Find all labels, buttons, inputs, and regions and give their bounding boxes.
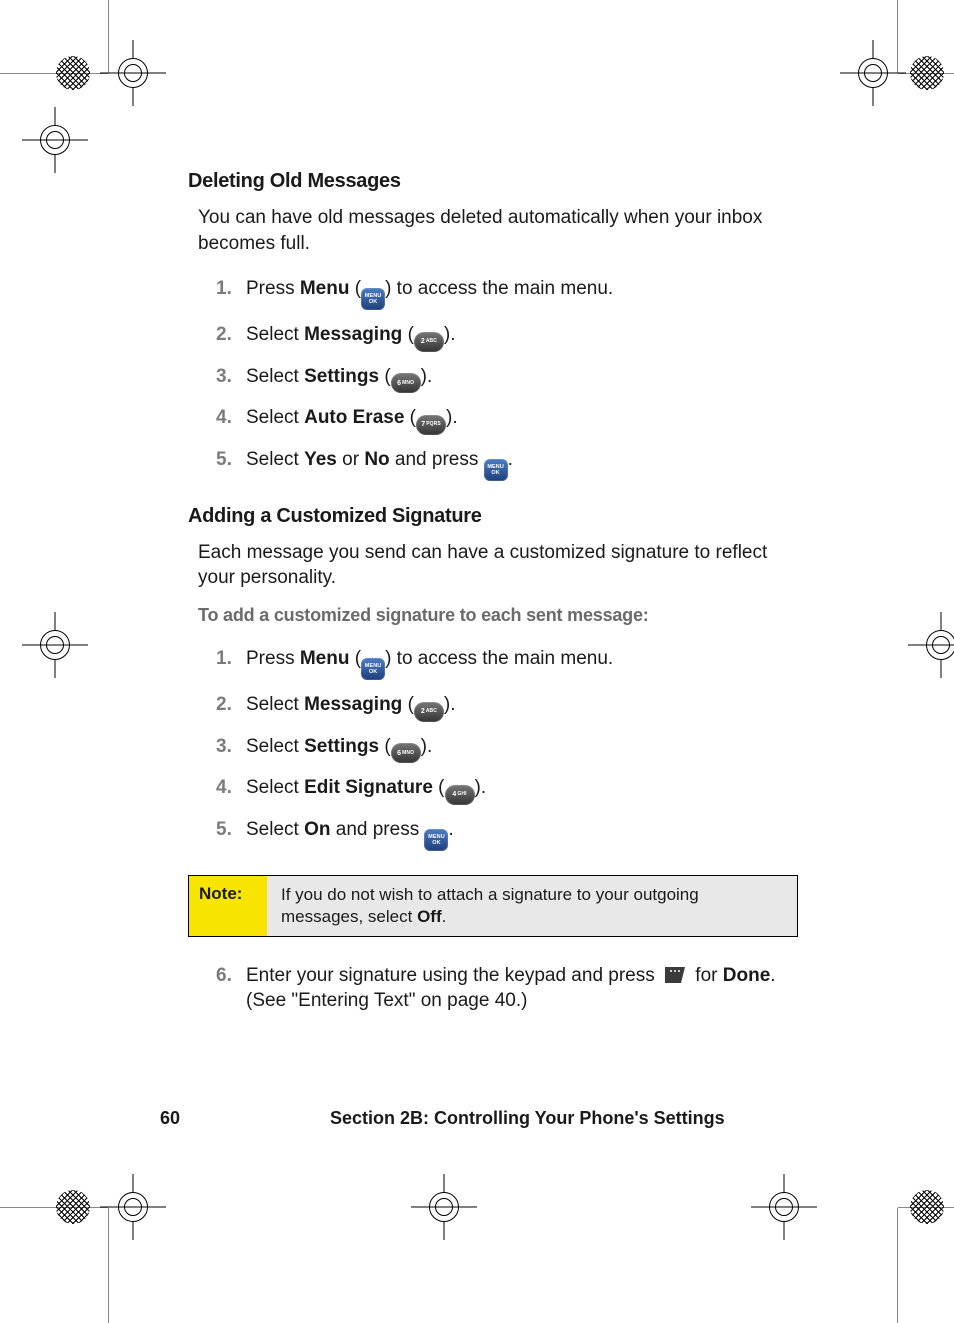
step: 5. Select On and press MENUOK. bbox=[216, 811, 798, 857]
keypad-2-icon bbox=[414, 332, 444, 352]
hatch-mark-icon bbox=[56, 1190, 90, 1224]
step-number: 5. bbox=[216, 447, 246, 481]
hatch-mark-icon bbox=[910, 56, 944, 90]
step: 1. Press Menu (MENUOK) to access the mai… bbox=[216, 640, 798, 686]
note-body: If you do not wish to attach a signature… bbox=[267, 876, 797, 936]
step-body: Press Menu (MENUOK) to access the main m… bbox=[246, 276, 798, 310]
step-body: Select Yes or No and press MENUOK. bbox=[246, 447, 798, 481]
steps-signature-part2: 6. Enter your signature using the keypad… bbox=[216, 957, 798, 1020]
steps-deleting: 1. Press Menu (MENUOK) to access the mai… bbox=[216, 270, 798, 487]
step-number: 4. bbox=[216, 775, 246, 805]
menu-ok-key-icon: MENUOK bbox=[484, 459, 508, 481]
step-number: 3. bbox=[216, 734, 246, 764]
keypad-2-icon bbox=[414, 702, 444, 722]
hatch-mark-icon bbox=[910, 1190, 944, 1224]
step-number: 5. bbox=[216, 817, 246, 851]
crop-line bbox=[0, 1207, 108, 1208]
crop-line bbox=[898, 73, 954, 74]
keypad-4-icon bbox=[445, 785, 475, 805]
steps-signature-part1: 1. Press Menu (MENUOK) to access the mai… bbox=[216, 640, 798, 857]
registration-mark-icon bbox=[118, 58, 148, 88]
menu-ok-key-icon: MENUOK bbox=[361, 658, 385, 680]
keypad-7-icon bbox=[416, 415, 446, 435]
registration-mark-icon bbox=[926, 630, 954, 660]
step: 5. Select Yes or No and press MENUOK. bbox=[216, 441, 798, 487]
registration-mark-icon bbox=[858, 58, 888, 88]
note-label: Note: bbox=[189, 876, 267, 936]
crop-line bbox=[108, 1208, 109, 1323]
step-body: Press Menu (MENUOK) to access the main m… bbox=[246, 646, 798, 680]
step: 4. Select Auto Erase (). bbox=[216, 399, 798, 441]
crop-line bbox=[898, 1207, 954, 1208]
registration-mark-icon bbox=[40, 125, 70, 155]
menu-ok-key-icon: MENUOK bbox=[361, 288, 385, 310]
page-content: Deleting Old Messages You can have old m… bbox=[188, 170, 798, 1038]
step: 3. Select Settings (). bbox=[216, 728, 798, 770]
step-number: 1. bbox=[216, 276, 246, 310]
crop-line bbox=[897, 0, 898, 73]
menu-ok-key-icon: MENUOK bbox=[424, 829, 448, 851]
note-box: Note: If you do not wish to attach a sig… bbox=[188, 875, 798, 937]
step-number: 6. bbox=[216, 963, 246, 1014]
step-number: 2. bbox=[216, 322, 246, 352]
keypad-6-icon bbox=[391, 743, 421, 763]
step: 6. Enter your signature using the keypad… bbox=[216, 957, 798, 1020]
leadin-signature: To add a customized signature to each se… bbox=[198, 605, 798, 626]
page-footer: 60 Section 2B: Controlling Your Phone's … bbox=[160, 1108, 800, 1129]
hatch-mark-icon bbox=[56, 56, 90, 90]
step-number: 2. bbox=[216, 692, 246, 722]
registration-mark-icon bbox=[118, 1192, 148, 1222]
crop-line bbox=[897, 1208, 898, 1323]
step-number: 3. bbox=[216, 364, 246, 394]
registration-mark-icon bbox=[429, 1192, 459, 1222]
step-body: Select Messaging (). bbox=[246, 322, 798, 352]
step-body: Select Settings (). bbox=[246, 734, 798, 764]
soft-key-icon bbox=[660, 965, 690, 985]
step-body: Select Edit Signature (). bbox=[246, 775, 798, 805]
heading-deleting-old-messages: Deleting Old Messages bbox=[188, 170, 798, 193]
step-body: Select Messaging (). bbox=[246, 692, 798, 722]
step-body: Select On and press MENUOK. bbox=[246, 817, 798, 851]
crop-line bbox=[0, 73, 108, 74]
step: 1. Press Menu (MENUOK) to access the mai… bbox=[216, 270, 798, 316]
step-body: Enter your signature using the keypad an… bbox=[246, 963, 798, 1014]
step: 2. Select Messaging (). bbox=[216, 316, 798, 358]
step-body: Select Auto Erase (). bbox=[246, 405, 798, 435]
registration-mark-icon bbox=[40, 630, 70, 660]
section-title: Section 2B: Controlling Your Phone's Set… bbox=[330, 1108, 800, 1129]
step-number: 1. bbox=[216, 646, 246, 680]
step-body: Select Settings (). bbox=[246, 364, 798, 394]
page-number: 60 bbox=[160, 1108, 330, 1129]
crop-line bbox=[108, 0, 109, 73]
intro-deleting: You can have old messages deleted automa… bbox=[198, 205, 798, 256]
step: 2. Select Messaging (). bbox=[216, 686, 798, 728]
heading-customized-signature: Adding a Customized Signature bbox=[188, 505, 798, 528]
step: 3. Select Settings (). bbox=[216, 358, 798, 400]
intro-signature: Each message you send can have a customi… bbox=[198, 540, 798, 591]
keypad-6-icon bbox=[391, 373, 421, 393]
step: 4. Select Edit Signature (). bbox=[216, 769, 798, 811]
registration-mark-icon bbox=[769, 1192, 799, 1222]
step-number: 4. bbox=[216, 405, 246, 435]
